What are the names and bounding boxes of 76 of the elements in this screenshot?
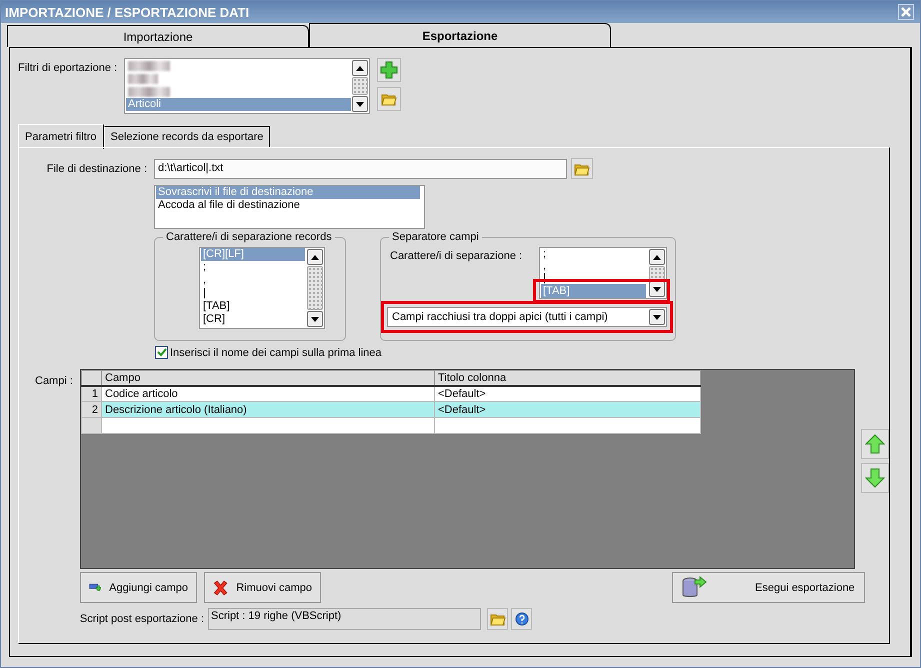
- blurred-text-icon: [128, 74, 158, 84]
- close-button[interactable]: [898, 4, 914, 20]
- list-item[interactable]: ;: [541, 248, 646, 260]
- move-down-button[interactable]: [861, 463, 889, 493]
- folder-icon: [574, 162, 590, 176]
- add-button[interactable]: [377, 58, 401, 82]
- table-cell: <Default>: [434, 402, 700, 418]
- window-title: IMPORTAZIONE / ESPORTAZIONE DATI: [5, 4, 250, 20]
- remove-button[interactable]: Rimuovi campo: [204, 572, 321, 603]
- quote-dropdown[interactable]: Campi racchiusi tra doppi apici (tutti i campi): [387, 307, 667, 327]
- list-item[interactable]: [TAB]: [201, 300, 305, 313]
- scrollbar[interactable]: [351, 59, 369, 113]
- caret-up-icon: [653, 254, 661, 260]
- caret-up-icon: [311, 254, 319, 260]
- tab[interactable]: Esportazione: [309, 23, 611, 47]
- scroll-thumb[interactable]: [307, 266, 323, 310]
- run-button[interactable]: Esegui esportazione: [672, 572, 865, 603]
- dropdown-button[interactable]: [649, 309, 665, 325]
- field-label: Campi :: [34, 374, 74, 387]
- blurred-text-icon: [128, 87, 170, 97]
- scroll-up-button[interactable]: [307, 249, 323, 265]
- folder-icon: [490, 612, 506, 626]
- list-item[interactable]: [CR]: [201, 313, 305, 326]
- scroll-up-button[interactable]: [352, 60, 368, 76]
- open-button[interactable]: [377, 87, 401, 111]
- column-header[interactable]: Campo: [102, 370, 434, 386]
- script-field[interactable]: Script : 19 righe (VBScript): [208, 608, 481, 630]
- tab[interactable]: Selezione records da esportare: [104, 126, 270, 147]
- add-button[interactable]: Aggiungi campo: [80, 572, 197, 603]
- tab[interactable]: Parametri filtro: [18, 124, 104, 149]
- mode-list[interactable]: Sovrascrivi il file di destinazione Accoda al file di destinazione: [154, 185, 425, 229]
- arrow-up-icon: [865, 434, 885, 454]
- scrollbar[interactable]: [306, 248, 324, 328]
- field-label: Script post esportazione :: [78, 613, 204, 625]
- column-header[interactable]: Titolo colonna: [434, 370, 700, 386]
- separator-list[interactable]: [CR][LF] ; , | [TAB] [CR]: [199, 247, 325, 329]
- list-item[interactable]: |: [201, 287, 305, 300]
- scroll-up-button[interactable]: [649, 249, 665, 265]
- plus-icon: [380, 61, 398, 79]
- help-button[interactable]: [511, 608, 532, 630]
- close-icon: [901, 7, 911, 17]
- database-export-icon: [681, 576, 707, 600]
- scrollbar[interactable]: [648, 248, 666, 298]
- group-title: Separatore campi: [391, 231, 480, 243]
- help-icon: [514, 612, 528, 626]
- caret-down-icon: [311, 316, 319, 322]
- list-item[interactable]: ,: [201, 274, 305, 287]
- group-title: Carattere/i di separazione records: [165, 231, 333, 243]
- list-item[interactable]: Accoda al file di destinazione: [156, 199, 420, 212]
- tab[interactable]: Importazione: [7, 25, 309, 47]
- caret-up-icon: [356, 66, 364, 70]
- scroll-down-button[interactable]: [352, 96, 368, 112]
- checkbox[interactable]: [155, 346, 168, 359]
- table-cell: Descrizione articolo (Italiano): [102, 402, 434, 418]
- caret-down-icon: [653, 286, 661, 292]
- checkbox-label: Inserisci il nome dei campi sulla prima linea: [170, 346, 382, 358]
- scroll-thumb[interactable]: [649, 266, 665, 280]
- list-item[interactable]: ,: [541, 260, 646, 272]
- list-item[interactable]: ;: [201, 261, 305, 274]
- arrow-down-icon: [865, 468, 885, 488]
- move-up-button[interactable]: [861, 429, 889, 459]
- caret-down-icon: [653, 314, 661, 320]
- scroll-down-button[interactable]: [307, 311, 323, 327]
- check-icon: [156, 348, 166, 357]
- caret-down-icon: [356, 102, 364, 106]
- field-label: Carattere/i di separazione :: [389, 249, 524, 262]
- blurred-text-icon: [128, 61, 170, 71]
- folder-icon: [381, 92, 397, 106]
- row-number: 2: [82, 402, 102, 418]
- field-label: Filtri di eportazione :: [18, 61, 118, 74]
- browse-button[interactable]: [571, 158, 593, 179]
- header-cell: [82, 370, 102, 386]
- scroll-down-button[interactable]: [649, 281, 665, 297]
- input-field[interactable]: d:\t\articol|.txt: [154, 158, 567, 178]
- field-label: File di destinazione :: [46, 162, 147, 174]
- scroll-thumb[interactable]: [352, 77, 368, 95]
